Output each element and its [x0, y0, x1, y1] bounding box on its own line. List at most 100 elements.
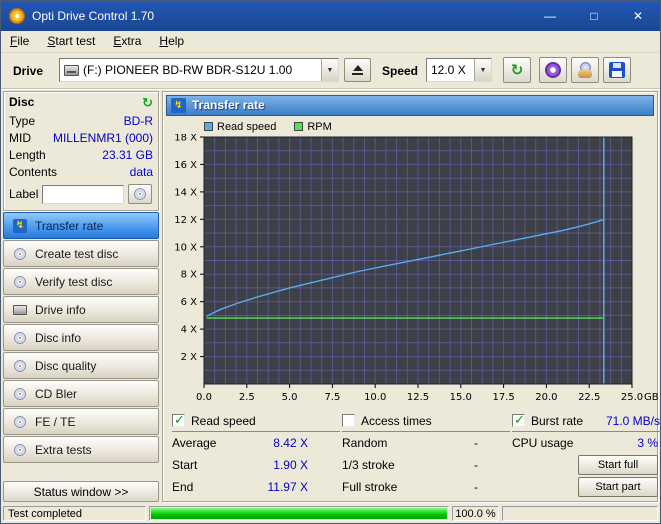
- label-field-label: Label: [9, 187, 38, 201]
- drive-icon: [13, 305, 27, 315]
- access-times-checkbox[interactable]: [342, 414, 355, 427]
- start-row: Start 1.90 X: [172, 458, 340, 472]
- sidebar-item-extra-tests[interactable]: Extra tests: [3, 436, 159, 463]
- write-label-button[interactable]: [128, 184, 152, 204]
- cpu-usage-value: 3 %: [637, 436, 658, 450]
- svg-text:22.5: 22.5: [578, 392, 600, 403]
- hand-disc-icon: [577, 62, 594, 78]
- sidebar-item-cd-bler[interactable]: CD Bler: [3, 380, 159, 407]
- drive-combobox[interactable]: (F:) PIONEER BD-RW BDR-S12U 1.00 ▼: [59, 58, 339, 82]
- field-value[interactable]: data: [130, 165, 153, 179]
- start-part-button[interactable]: Start part: [578, 477, 658, 497]
- stat-label: Average: [172, 436, 236, 450]
- chevron-down-icon[interactable]: ▼: [321, 59, 338, 81]
- svg-text:12.5: 12.5: [407, 392, 429, 403]
- speed-combobox-value: 12.0 X: [427, 63, 474, 77]
- legend-item-rpm: RPM: [294, 121, 331, 133]
- start-full-button[interactable]: Start full: [578, 455, 658, 475]
- legend-label: RPM: [307, 121, 331, 133]
- transfer-rate-icon: ↯: [171, 98, 186, 113]
- read-speed-swatch: [204, 122, 213, 131]
- field-label: MID: [9, 131, 31, 145]
- menu-item-start-test[interactable]: Start test: [38, 31, 104, 52]
- sidebar-item-label: Disc quality: [35, 359, 96, 373]
- svg-text:6 X: 6 X: [181, 297, 198, 308]
- average-value: 8.42 X: [236, 436, 308, 450]
- sidebar-item-label: Drive info: [35, 303, 86, 317]
- refresh-icon: ↻: [511, 61, 524, 79]
- transfer-rate-icon: ↯: [13, 219, 27, 233]
- field-label: Type: [9, 114, 35, 128]
- sidebar-item-verify-test-disc[interactable]: Verify test disc: [3, 268, 159, 295]
- status-window-label: Status window >>: [34, 485, 129, 499]
- field-value: BD-R: [124, 114, 153, 128]
- sidebar-item-label: Create test disc: [35, 247, 118, 261]
- purple-disc-icon: [545, 62, 561, 78]
- status-window-button[interactable]: Status window >>: [3, 481, 159, 502]
- legend-label: Read speed: [217, 121, 276, 133]
- svg-text:10.0: 10.0: [364, 392, 386, 403]
- speed-combobox[interactable]: 12.0 X ▼: [426, 58, 492, 82]
- read-speed-checkbox[interactable]: [172, 414, 185, 427]
- app-window: Opti Drive Control 1.70 — □ ✕ File Start…: [0, 0, 661, 524]
- read-speed-checkbox-row: Read speed: [172, 412, 340, 432]
- progress-fill: [151, 508, 447, 519]
- sidebar-item-label: Disc info: [35, 331, 81, 345]
- burst-rate-checkbox[interactable]: [512, 414, 525, 427]
- rpm-swatch: [294, 122, 303, 131]
- disc-icon: [13, 331, 27, 345]
- status-text: Test completed: [3, 506, 146, 521]
- disc-field-mid: MID MILLENMR1 (000): [9, 129, 153, 146]
- field-value: MILLENMR1 (000): [53, 131, 153, 145]
- minimize-button[interactable]: —: [528, 1, 572, 31]
- refresh-drives-button[interactable]: ↻: [503, 57, 531, 83]
- svg-text:5.0: 5.0: [282, 392, 298, 403]
- svg-text:4 X: 4 X: [181, 325, 198, 336]
- svg-text:16 X: 16 X: [174, 160, 197, 171]
- checkbox-label: Access times: [361, 414, 432, 428]
- eject-button[interactable]: [344, 58, 371, 82]
- titlebar: Opti Drive Control 1.70 — □ ✕: [1, 1, 660, 31]
- stat-label: CPU usage: [512, 436, 573, 450]
- stat-label: 1/3 stroke: [342, 458, 406, 472]
- disc-field-contents: Contents data: [9, 163, 153, 180]
- checkbox-label: Read speed: [191, 414, 256, 428]
- checkbox-label: Burst rate: [531, 414, 583, 428]
- one-third-stroke-value: -: [406, 458, 478, 472]
- field-label: Length: [9, 148, 46, 162]
- close-button[interactable]: ✕: [616, 1, 660, 31]
- svg-text:18 X: 18 X: [174, 134, 197, 144]
- refresh-disc-icon[interactable]: ↻: [142, 96, 153, 109]
- statusbar-spare-box: [502, 506, 658, 521]
- sidebar-item-create-test-disc[interactable]: Create test disc: [3, 240, 159, 267]
- transfer-rate-chart: 0.02.55.07.510.012.515.017.520.022.525.0…: [166, 134, 660, 408]
- toolbar: Drive (F:) PIONEER BD-RW BDR-S12U 1.00 ▼…: [1, 53, 660, 89]
- save-button[interactable]: [603, 57, 631, 83]
- left-panel: Disc ↻ Type BD-R MID MILLENMR1 (000) Len…: [1, 89, 161, 504]
- sidebar-item-disc-info[interactable]: Disc info: [3, 324, 159, 351]
- cpu-usage-row: CPU usage 3 %: [512, 436, 661, 450]
- menu-item-file[interactable]: File: [1, 31, 38, 52]
- sidebar-item-fe-te[interactable]: FE / TE: [3, 408, 159, 435]
- end-value: 11.97 X: [236, 480, 308, 494]
- chevron-down-icon[interactable]: ▼: [474, 59, 491, 81]
- menu-item-help[interactable]: Help: [150, 31, 193, 52]
- stat-label: Start: [172, 458, 236, 472]
- svg-text:7.5: 7.5: [324, 392, 340, 403]
- disc-field-type: Type BD-R: [9, 112, 153, 129]
- sidebar-item-transfer-rate[interactable]: ↯ Transfer rate: [3, 212, 159, 239]
- svg-text:14 X: 14 X: [174, 188, 197, 199]
- menu-item-extra[interactable]: Extra: [104, 31, 150, 52]
- disc-icon: [134, 188, 146, 200]
- speed-label: Speed: [382, 64, 418, 78]
- disc-label-input[interactable]: [42, 185, 124, 204]
- sidebar-item-disc-quality[interactable]: Disc quality: [3, 352, 159, 379]
- sidebar-item-drive-info[interactable]: Drive info: [3, 296, 159, 323]
- disc-icon: [13, 443, 27, 457]
- svg-text:15.0: 15.0: [450, 392, 472, 403]
- maximize-button[interactable]: □: [572, 1, 616, 31]
- disc-tools-button[interactable]: [539, 57, 567, 83]
- main-header: ↯ Transfer rate: [166, 95, 654, 116]
- field-label: Contents: [9, 165, 57, 179]
- burn-disc-button[interactable]: [571, 57, 599, 83]
